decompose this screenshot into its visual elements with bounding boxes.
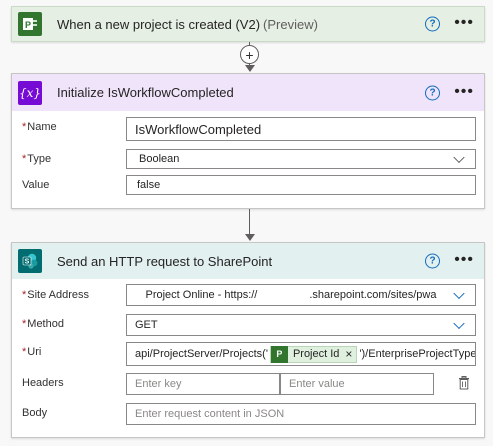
init-variable-card: {x} Initialize IsWorkflowCompleted ? •••… xyxy=(11,73,485,209)
svg-text:S: S xyxy=(25,259,30,266)
uri-label-text: Uri xyxy=(27,346,42,358)
http-request-help-icon[interactable]: ? xyxy=(425,253,440,269)
variable-value-text: false xyxy=(137,179,161,191)
chevron-down-icon xyxy=(453,317,465,330)
init-variable-header[interactable]: {x} Initialize IsWorkflowCompleted ? ••• xyxy=(12,74,484,111)
type-label: *Type xyxy=(22,153,51,165)
chevron-down-icon xyxy=(453,151,465,164)
site-address-label-text: Site Address xyxy=(27,289,90,301)
required-marker: * xyxy=(22,153,27,165)
http-request-card: S Send an HTTP request to SharePoint ? •… xyxy=(11,242,485,438)
init-variable-more-options-icon[interactable]: ••• xyxy=(454,83,474,101)
project-icon: P xyxy=(270,345,288,363)
trigger-title: When a new project is created (V2) (Previ… xyxy=(57,17,318,32)
trigger-more-options-icon[interactable]: ••• xyxy=(454,14,474,32)
site-address-label: *Site Address xyxy=(22,289,89,301)
uri-input[interactable]: api/ProjectServer/Projects(' P Project I… xyxy=(126,342,476,366)
required-marker: * xyxy=(22,318,27,330)
method-dropdown[interactable]: GET xyxy=(126,314,476,336)
trigger-title-text: When a new project is created (V2) xyxy=(57,16,261,32)
headers-label: Headers xyxy=(22,377,64,389)
body-input[interactable]: Enter request content in JSON xyxy=(126,403,476,425)
connector-line-2 xyxy=(249,209,250,234)
name-label: *Name xyxy=(22,121,57,133)
body-label: Body xyxy=(22,407,48,419)
delete-header-icon[interactable] xyxy=(458,376,470,390)
project-icon: P xyxy=(18,12,42,36)
uri-suffix: ')/EnterpriseProjectType xyxy=(359,348,476,360)
uri-prefix: api/ProjectServer/Projects(' xyxy=(135,348,268,360)
method-label: *Method xyxy=(22,318,64,330)
trigger-header[interactable]: P When a new project is created (V2) (Pre… xyxy=(12,7,484,41)
init-variable-help-icon[interactable]: ? xyxy=(425,85,440,100)
chevron-down-icon xyxy=(453,287,465,300)
variable-name-input[interactable]: IsWorkflowCompleted xyxy=(126,117,476,141)
method-label-text: Method xyxy=(27,318,64,330)
project-id-token-label: Project Id xyxy=(292,348,340,360)
name-label-text: Name xyxy=(27,121,57,133)
connector-arrow-2 xyxy=(244,234,255,241)
close-icon[interactable]: × xyxy=(345,347,356,361)
site-address-dropdown[interactable]: Project Online - https:// .sharepoint.co… xyxy=(126,284,476,306)
add-step-button[interactable]: + xyxy=(240,45,259,64)
connector-arrow-1 xyxy=(244,65,255,72)
type-label-text: Type xyxy=(27,153,52,165)
variable-name-value: IsWorkflowCompleted xyxy=(135,121,262,137)
header-key-placeholder: Enter key xyxy=(135,378,182,390)
header-value-input[interactable]: Enter value xyxy=(280,373,434,395)
required-marker: * xyxy=(22,289,27,301)
required-marker: * xyxy=(22,121,27,133)
header-value-placeholder: Enter value xyxy=(289,378,345,390)
site-address-value: Project Online - https:// .sharepoint.co… xyxy=(145,289,437,301)
header-key-input[interactable]: Enter key xyxy=(126,373,280,395)
required-marker: * xyxy=(22,346,27,358)
method-value: GET xyxy=(135,319,158,331)
trigger-card[interactable]: P When a new project is created (V2) (Pre… xyxy=(11,6,485,42)
http-request-header[interactable]: S Send an HTTP request to SharePoint ? •… xyxy=(12,243,484,279)
uri-label: *Uri xyxy=(22,346,41,358)
variable-type-value: Boolean xyxy=(139,153,180,165)
variable-value-input[interactable]: false xyxy=(126,175,476,195)
variable-type-dropdown[interactable]: Boolean xyxy=(126,149,476,169)
project-id-token[interactable]: P Project Id × xyxy=(269,345,358,363)
trigger-preview-tag: (Preview) xyxy=(263,16,318,32)
value-label: Value xyxy=(22,179,50,191)
body-placeholder: Enter request content in JSON xyxy=(135,408,285,420)
svg-text:P: P xyxy=(25,20,31,30)
variable-icon: {x} xyxy=(18,80,42,105)
trigger-help-icon[interactable]: ? xyxy=(425,16,440,32)
http-request-title: Send an HTTP request to SharePoint xyxy=(57,253,273,269)
init-variable-title: Initialize IsWorkflowCompleted xyxy=(57,85,234,100)
sharepoint-icon: S xyxy=(18,249,42,273)
http-request-more-options-icon[interactable]: ••• xyxy=(454,251,474,269)
